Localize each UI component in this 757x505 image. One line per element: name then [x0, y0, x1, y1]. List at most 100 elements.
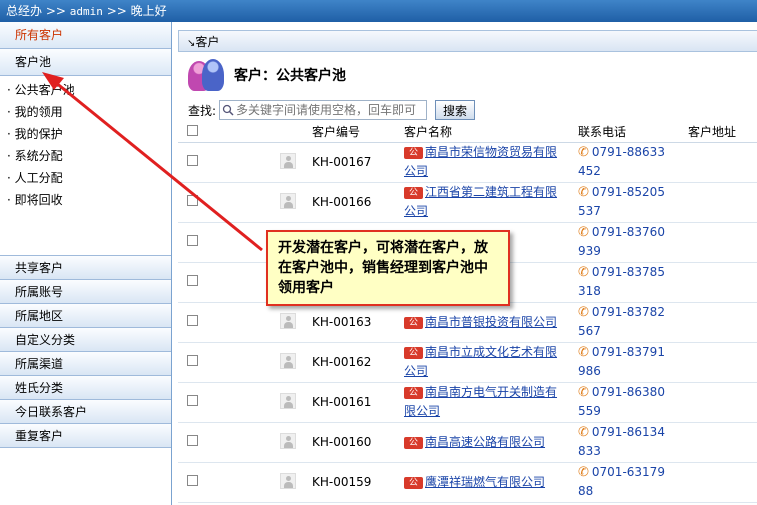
phone-icon: ✆ — [578, 305, 589, 320]
address-cell — [688, 182, 757, 223]
search-button[interactable]: 搜索 — [435, 100, 476, 120]
phone-cell: ✆ 0791-86380 559 — [578, 382, 688, 423]
customer-avatar-icon — [280, 352, 296, 369]
table-row[interactable]: KH-00160 公南昌高速公路有限公司 ✆ 0791-86134 833 — [178, 422, 757, 463]
customer-code: KH-00162 — [298, 342, 404, 383]
phone-icon: ✆ — [578, 385, 589, 400]
sidebar-item-all-customers[interactable]: 所有客户 — [0, 22, 171, 49]
search-label: 查找: — [188, 103, 217, 118]
table-row[interactable]: KH-00159 公鹰潭祥瑞燃气有限公司 ✆ 0701-63179 88 — [178, 462, 757, 503]
sidebar-item-today-contact[interactable]: 今日联系客户 — [0, 400, 171, 424]
phone-icon: ✆ — [578, 345, 589, 360]
table-row[interactable]: KH-00163 公南昌市普银投资有限公司 ✆ 0791-83782 567 — [178, 302, 757, 343]
table-header-row: 客户编号 客户名称 联系电话 客户地址 — [178, 122, 757, 143]
address-cell — [688, 142, 757, 183]
phone-icon: ✆ — [578, 145, 589, 160]
pool-item-manual[interactable]: · 人工分配 — [0, 167, 171, 189]
customer-name-link[interactable]: 南昌高速公路有限公司 — [425, 435, 545, 449]
breadcrumb-sep: >> — [45, 4, 66, 18]
header-avatar — [192, 122, 298, 143]
customer-name-link[interactable]: 南昌南方电气开关制造有 限公司 — [404, 385, 557, 418]
row-select-cell — [178, 142, 198, 183]
table-row[interactable]: KH-00162 公南昌市立成文化艺术有限 公司 ✆ 0791-83791 986 — [178, 342, 757, 383]
header-phone[interactable]: 联系电话 — [578, 122, 688, 143]
phone-number[interactable]: 0701-63179 88 — [578, 465, 665, 498]
customer-name-cell: 公南昌南方电气开关制造有 限公司 — [404, 382, 578, 423]
customer-avatar-icon — [280, 472, 296, 489]
row-select-cell — [178, 262, 198, 303]
table-row[interactable]: KH-00166 公江西省第二建筑工程有限 公司 ✆ 0791-85205 537 — [178, 182, 757, 223]
public-tag-icon: 公 — [404, 187, 423, 199]
customer-name-link[interactable]: 南昌市普银投资有限公司 — [425, 315, 557, 329]
header-name[interactable]: 客户名称 — [404, 122, 578, 143]
select-all-cell — [178, 122, 198, 143]
sidebar-item-shared[interactable]: 共享客户 — [0, 256, 171, 280]
table-row[interactable]: KH-00167 公南昌市荣信物资贸易有限 公司 ✆ 0791-88633 452 — [178, 142, 757, 183]
sidebar-item-duplicate[interactable]: 重复客户 — [0, 424, 171, 448]
customer-table: 客户编号 客户名称 联系电话 客户地址 KH-00167 公南昌市荣信物资贸易有限… — [178, 122, 757, 503]
sidebar: 所有客户 客户池 · 公共客户池 · 我的领用 · 我的保护 · 系统分配 · … — [0, 22, 172, 505]
phone-cell: ✆ 0791-88633 452 — [578, 142, 688, 183]
search-box[interactable] — [219, 100, 428, 120]
public-tag-icon: 公 — [404, 476, 423, 489]
row-avatar-cell — [192, 382, 298, 423]
row-avatar-cell — [192, 142, 298, 183]
header-code[interactable]: 客户编号 — [298, 122, 404, 143]
phone-icon: ✆ — [578, 185, 589, 200]
phone-number[interactable]: 0791-83791 986 — [578, 345, 665, 378]
header-address[interactable]: 客户地址 — [688, 122, 757, 143]
customer-name-link[interactable]: 南昌市立成文化艺术有限 公司 — [404, 345, 557, 378]
search-input[interactable] — [236, 103, 425, 117]
customer-name-link[interactable]: 江西省第二建筑工程有限 公司 — [404, 185, 557, 218]
address-cell — [688, 302, 757, 343]
phone-number[interactable]: 0791-83782 567 — [578, 305, 665, 338]
phone-number[interactable]: 0791-85205 537 — [578, 185, 665, 218]
sidebar-item-surname[interactable]: 姓氏分类 — [0, 376, 171, 400]
pool-item-public[interactable]: · 公共客户池 — [0, 79, 171, 101]
phone-number[interactable]: 0791-86380 559 — [578, 385, 665, 418]
address-cell — [688, 342, 757, 383]
phone-number[interactable]: 0791-83785 318 — [578, 265, 665, 298]
customer-code: KH-00160 — [298, 422, 404, 463]
row-avatar-cell — [192, 302, 298, 343]
row-select-cell — [178, 382, 198, 423]
public-tag-icon: 公 — [404, 316, 423, 329]
customer-name-cell: 公南昌市荣信物资贸易有限 公司 — [404, 142, 578, 183]
annotation-callout: 开发潜在客户，可将潜在客户，放在客户池中，销售经理到客户池中领用客户 — [266, 230, 510, 306]
customer-code: KH-00161 — [298, 382, 404, 423]
pool-item-system[interactable]: · 系统分配 — [0, 145, 171, 167]
search-icon — [222, 104, 234, 116]
customer-name-link[interactable]: 南昌市荣信物资贸易有限 公司 — [404, 145, 557, 178]
pool-submenu: · 公共客户池 · 我的领用 · 我的保护 · 系统分配 · 人工分配 · 即将… — [0, 76, 171, 256]
panel-header: ↘客户 — [178, 30, 757, 52]
pool-item-mine[interactable]: · 我的领用 — [0, 101, 171, 123]
customer-name-cell: 公南昌市普银投资有限公司 — [404, 302, 578, 343]
phone-cell: ✆ 0791-83791 986 — [578, 342, 688, 383]
breadcrumb-part[interactable]: 总经办 — [6, 4, 42, 18]
phone-cell: ✆ 0791-83785 318 — [578, 262, 688, 303]
row-avatar-cell — [192, 182, 298, 223]
phone-icon: ✆ — [578, 425, 589, 440]
sidebar-item-channel[interactable]: 所属渠道 — [0, 352, 171, 376]
address-cell — [688, 382, 757, 423]
sidebar-item-region[interactable]: 所属地区 — [0, 304, 171, 328]
customer-name-link[interactable]: 鹰潭祥瑞燃气有限公司 — [425, 475, 545, 489]
phone-icon: ✆ — [578, 225, 589, 240]
phone-number[interactable]: 0791-88633 452 — [578, 145, 665, 178]
phone-number[interactable]: 0791-83760 939 — [578, 225, 665, 258]
sidebar-item-customer-pool[interactable]: 客户池 — [0, 49, 171, 76]
pool-item-recycle[interactable]: · 即将回收 — [0, 189, 171, 211]
table-row[interactable]: KH-00161 公南昌南方电气开关制造有 限公司 ✆ 0791-86380 559 — [178, 382, 757, 423]
pool-item-protected[interactable]: · 我的保护 — [0, 123, 171, 145]
sidebar-item-account[interactable]: 所属账号 — [0, 280, 171, 304]
select-all-checkbox[interactable] — [187, 124, 198, 136]
phone-icon: ✆ — [578, 265, 589, 280]
phone-number[interactable]: 0791-86134 833 — [578, 425, 665, 458]
customer-name-cell: 公鹰潭祥瑞燃气有限公司 — [404, 462, 578, 503]
breadcrumb-bar: 总经办 >> admin >> 晚上好 — [0, 0, 757, 22]
phone-cell: ✆ 0791-86134 833 — [578, 422, 688, 463]
sidebar-item-custom-category[interactable]: 自定义分类 — [0, 328, 171, 352]
phone-icon: ✆ — [578, 465, 589, 480]
page-title-bar: 客户：公共客户池 — [178, 52, 757, 98]
greeting-text: 晚上好 — [130, 4, 167, 18]
